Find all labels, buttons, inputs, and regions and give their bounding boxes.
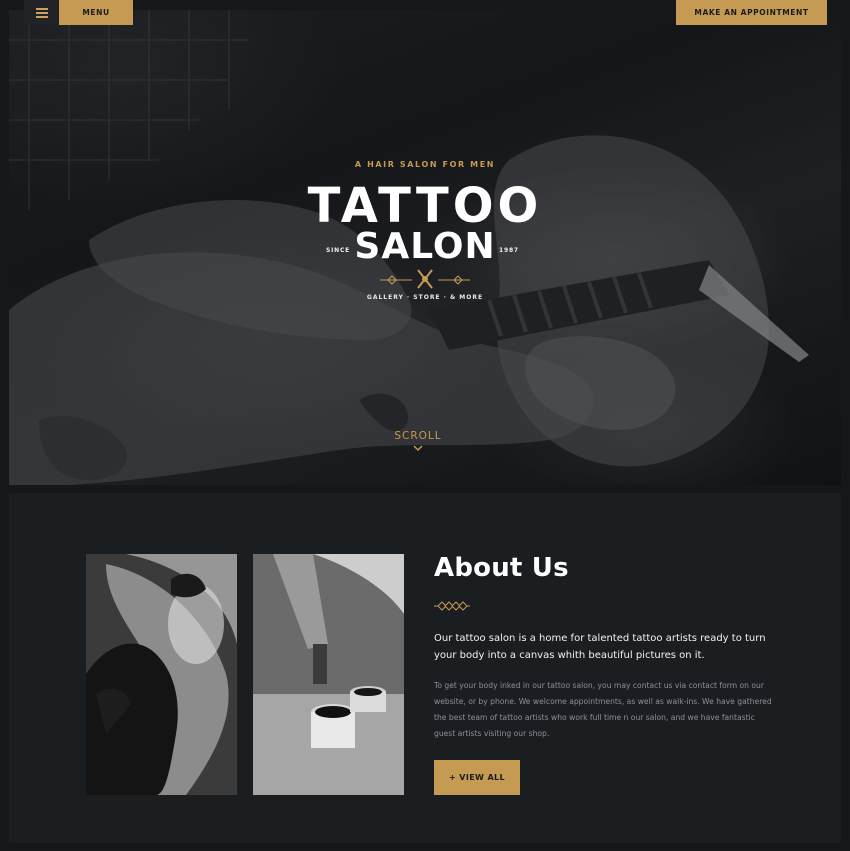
about-body-paragraph: To get your body inked in our tattoo sal… [434, 681, 772, 738]
view-all-button[interactable]: + VIEW ALL [434, 760, 520, 795]
chevron-down-icon[interactable] [412, 444, 424, 452]
tattoo-machine-emblem-icon [380, 269, 470, 289]
menu-label[interactable]: MENU [59, 0, 133, 25]
scroll-label[interactable]: SCROLL [0, 430, 836, 442]
about-photo-tattooed-woman [86, 554, 237, 795]
hero-tagline: A HAIR SALON FOR MEN [354, 160, 496, 169]
hamburger-icon[interactable] [24, 0, 59, 25]
logo-year: 1987 [499, 247, 519, 254]
make-appointment-button[interactable]: MAKE AN APPOINTMENT [676, 0, 827, 25]
logo-word-salon: SALON [354, 226, 496, 267]
about-lead-paragraph: Our tattoo salon is a home for talented … [434, 633, 766, 661]
menu-button[interactable]: MENU [24, 0, 133, 25]
hero-links: GALLERY · STORE · & MORE [366, 294, 484, 301]
about-title: About Us [434, 553, 569, 583]
logo-since: SINCE [326, 247, 351, 254]
decorative-divider-icon [434, 601, 470, 611]
about-photo-ink-cup [253, 554, 404, 795]
hero-logo: A HAIR SALON FOR MEN TATTOO SALON SINCE … [0, 0, 850, 480]
